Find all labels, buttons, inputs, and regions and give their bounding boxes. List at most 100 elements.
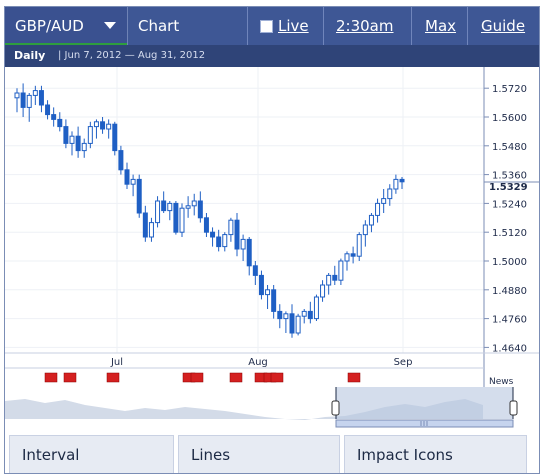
- pair-label: GBP/AUD: [15, 17, 84, 35]
- candle: [20, 92, 26, 108]
- divider: [411, 7, 412, 45]
- navigator-left-handle[interactable]: [331, 400, 340, 416]
- x-tick-label: Jul: [110, 357, 123, 368]
- candle: [399, 178, 405, 183]
- y-tick-label: 1.4640: [492, 343, 527, 354]
- guide-link[interactable]: Guide: [481, 7, 525, 45]
- candle: [26, 94, 32, 108]
- news-flag[interactable]: [347, 372, 361, 383]
- candle: [368, 214, 374, 226]
- candle: [216, 236, 222, 248]
- y-tick-label: 1.4880: [492, 286, 527, 297]
- date-range: | Jun 7, 2012 — Aug 31, 2012: [58, 50, 206, 61]
- candle: [222, 234, 228, 248]
- candle: [161, 200, 167, 212]
- candle: [258, 274, 264, 296]
- candle: [63, 126, 69, 144]
- candle: [118, 150, 124, 171]
- candle: [326, 274, 332, 286]
- news-flag[interactable]: [190, 372, 204, 383]
- candle: [38, 90, 44, 106]
- candle: [210, 231, 216, 238]
- candle: [136, 178, 142, 214]
- chevron-down-icon: [104, 22, 116, 29]
- tab-chart[interactable]: Chart: [138, 7, 179, 45]
- candle: [155, 200, 161, 224]
- news-flags[interactable]: [44, 372, 361, 383]
- y-tick-label: 1.4760: [492, 315, 527, 326]
- candle: [381, 198, 387, 204]
- candle: [295, 315, 301, 334]
- candle: [289, 313, 295, 334]
- bottom-toolbar: Interval Lines Impact Icons: [5, 431, 539, 473]
- news-flag[interactable]: [229, 372, 243, 383]
- timezone-link[interactable]: 2:30am: [336, 7, 394, 45]
- top-toolbar: GBP/AUD Chart Live 2:30am Max Guide: [5, 7, 539, 46]
- candle: [240, 238, 246, 250]
- candle: [57, 118, 63, 128]
- divider: [247, 7, 248, 45]
- candle: [313, 296, 319, 320]
- interval-tab[interactable]: Interval: [9, 435, 174, 473]
- candle: [124, 169, 130, 185]
- candle: [191, 200, 197, 207]
- candle: [387, 188, 393, 200]
- x-tick-labels: Jul Aug Sep: [110, 357, 412, 368]
- candle: [93, 121, 99, 128]
- candle: [356, 234, 362, 257]
- candle: [203, 217, 209, 233]
- candle: [375, 202, 381, 216]
- candle: [14, 92, 20, 99]
- candle: [142, 212, 148, 238]
- candle: [51, 114, 57, 120]
- candle: [332, 274, 338, 281]
- candle: [185, 205, 191, 209]
- x-tick-label: Sep: [394, 357, 413, 368]
- y-tick-label: 1.5360: [492, 171, 527, 182]
- candle: [179, 207, 185, 233]
- current-price-label: 1.5329: [489, 182, 528, 193]
- live-link[interactable]: Live: [278, 7, 309, 45]
- currency-pair-selector[interactable]: GBP/AUD: [5, 7, 128, 46]
- live-checkbox[interactable]: [260, 20, 273, 33]
- candle: [338, 260, 344, 281]
- candle: [69, 135, 75, 144]
- candle: [106, 123, 112, 130]
- y-tick-label: 1.5600: [492, 113, 527, 124]
- max-link[interactable]: Max: [425, 7, 456, 45]
- candle: [234, 219, 240, 250]
- candle: [148, 222, 154, 238]
- candle: [112, 123, 118, 152]
- impact-icons-tab[interactable]: Impact Icons: [344, 435, 527, 473]
- candle: [307, 310, 313, 320]
- candle: [271, 289, 277, 312]
- candle: [393, 178, 399, 190]
- news-flag[interactable]: [44, 372, 58, 383]
- news-flag[interactable]: [106, 372, 120, 383]
- candle: [350, 253, 356, 257]
- candle: [81, 142, 87, 152]
- news-flag[interactable]: [63, 372, 77, 383]
- y-tick-label: 1.5240: [492, 199, 527, 210]
- candle: [32, 90, 38, 96]
- candle: [45, 104, 51, 116]
- chart-widget: GBP/AUD Chart Live 2:30am Max Guide Dail…: [4, 6, 540, 474]
- plot-area: [5, 67, 484, 353]
- candle: [228, 219, 234, 236]
- price-chart[interactable]: 1.5329 News 1.5720 1.5600 1.5480 1.5360 1.52…: [5, 67, 540, 401]
- y-tick-label: 1.5000: [492, 257, 527, 268]
- divider: [323, 7, 324, 45]
- navigator[interactable]: [5, 387, 540, 431]
- candle: [75, 135, 81, 152]
- candle: [283, 313, 289, 320]
- candle: [320, 284, 326, 298]
- range-bar: Daily | Jun 7, 2012 — Aug 31, 2012: [5, 45, 539, 67]
- navigator-window[interactable]: [336, 387, 513, 419]
- navigator-right-handle[interactable]: [509, 400, 518, 416]
- lines-tab[interactable]: Lines: [178, 435, 340, 473]
- y-tick-label: 1.5120: [492, 228, 527, 239]
- candle: [265, 289, 271, 296]
- news-flag[interactable]: [270, 372, 284, 383]
- y-tick-label: 1.5720: [492, 84, 527, 95]
- candle: [301, 310, 307, 317]
